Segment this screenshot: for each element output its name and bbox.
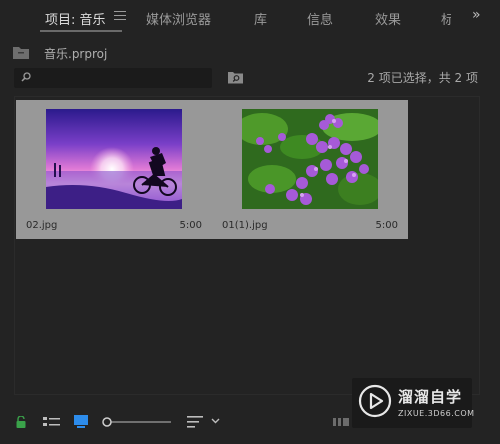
project-panel: 项目: 音乐 媒体浏览器 库 信息 效果 标 » 音乐.prproj 2 项已选… (0, 0, 500, 444)
sort-icon[interactable] (187, 415, 203, 428)
clip-item[interactable]: 02.jpg 5:00 (16, 100, 212, 239)
new-search-bin-icon[interactable] (228, 70, 243, 84)
tab-libraries[interactable]: 库 (254, 9, 267, 28)
watermark-url: ZIXUE.3D66.COM (398, 409, 475, 418)
tab-info[interactable]: 信息 (307, 9, 333, 28)
clip-name: 02.jpg (26, 220, 58, 231)
purple-flowers-thumbnail (242, 109, 378, 209)
clip-item[interactable]: 01(1).jpg 5:00 (212, 100, 408, 239)
project-path-row: 音乐.prproj (0, 38, 500, 66)
tab-project[interactable]: 项目: 音乐 (45, 9, 106, 28)
tab-markers[interactable]: 标 (441, 9, 451, 28)
selection-status: 2 项已选择，共 2 项 (367, 71, 478, 85)
play-logo-icon (358, 384, 392, 418)
icon-view-icon[interactable] (74, 415, 88, 428)
list-view-icon[interactable] (43, 416, 60, 428)
clip-duration: 5:00 (375, 220, 398, 231)
watermark-title: 溜溜自学 (398, 388, 463, 406)
tab-media-browser[interactable]: 媒体浏览器 (146, 9, 211, 28)
tab-effects[interactable]: 效果 (375, 9, 401, 28)
automate-to-sequence-icon[interactable] (333, 416, 349, 428)
active-tab-indicator (40, 30, 122, 32)
search-icon (21, 72, 31, 82)
folder-icon (13, 47, 29, 59)
sunset-cyclist-thumbnail (46, 109, 182, 209)
panel-tab-bar: 项目: 音乐 媒体浏览器 库 信息 效果 标 » (0, 0, 500, 36)
zoom-slider[interactable] (101, 416, 171, 428)
tab-overflow-icon[interactable]: » (472, 7, 480, 23)
search-input[interactable] (14, 68, 212, 88)
clip-name: 01(1).jpg (222, 220, 268, 231)
watermark-overlay: 溜溜自学 ZIXUE.3D66.COM (352, 378, 475, 428)
clip-duration: 5:00 (179, 220, 202, 231)
panel-menu-icon[interactable] (114, 11, 126, 23)
chevron-down-icon[interactable] (211, 418, 220, 424)
project-name: 音乐.prproj (44, 47, 108, 61)
lock-icon[interactable] (16, 416, 26, 428)
